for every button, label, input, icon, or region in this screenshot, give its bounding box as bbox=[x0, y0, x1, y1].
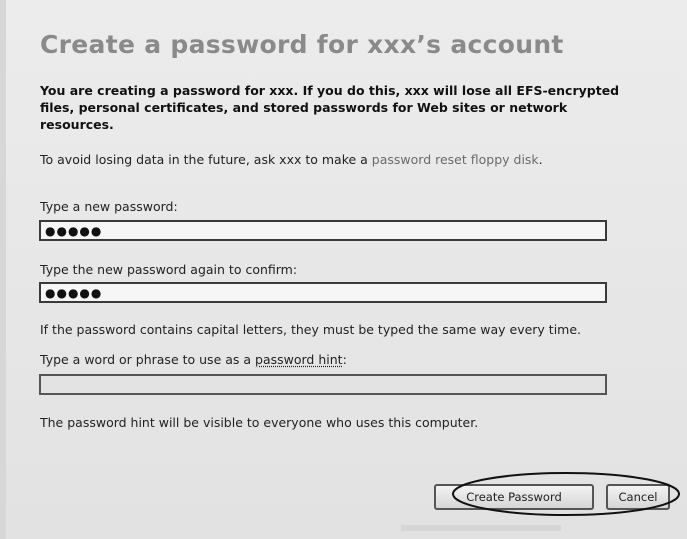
efs-warning-text: You are creating a password for xxx. If … bbox=[40, 83, 620, 132]
scan-smudge bbox=[401, 525, 561, 531]
password-reset-disk-link[interactable]: password reset floppy disk bbox=[372, 152, 539, 167]
reset-disk-note: To avoid losing data in the future, ask … bbox=[40, 152, 543, 167]
page-title: Create a password for xxx’s account bbox=[40, 30, 564, 59]
password-hint-field[interactable] bbox=[39, 374, 607, 395]
create-password-button[interactable]: Create Password bbox=[434, 484, 594, 510]
reset-disk-note-end: . bbox=[538, 152, 543, 167]
new-password-label: Type a new password: bbox=[40, 199, 178, 214]
confirm-password-label: Type the new password again to confirm: bbox=[40, 262, 298, 277]
cancel-button[interactable]: Cancel bbox=[606, 484, 670, 510]
dialog-panel: Create a password for xxx’s account You … bbox=[0, 0, 687, 539]
new-password-field[interactable] bbox=[39, 220, 607, 241]
hint-visibility-note: The password hint will be visible to eve… bbox=[40, 415, 479, 430]
hint-label-suffix: : bbox=[342, 352, 347, 367]
hint-label: Type a word or phrase to use as a passwo… bbox=[40, 352, 347, 367]
reset-disk-note-text: To avoid losing data in the future, ask … bbox=[40, 152, 372, 167]
hint-label-prefix: Type a word or phrase to use as a bbox=[40, 352, 256, 367]
confirm-password-field[interactable] bbox=[39, 282, 607, 303]
caps-note: If the password contains capital letters… bbox=[40, 322, 582, 337]
password-hint-link[interactable]: password hint bbox=[255, 352, 343, 367]
